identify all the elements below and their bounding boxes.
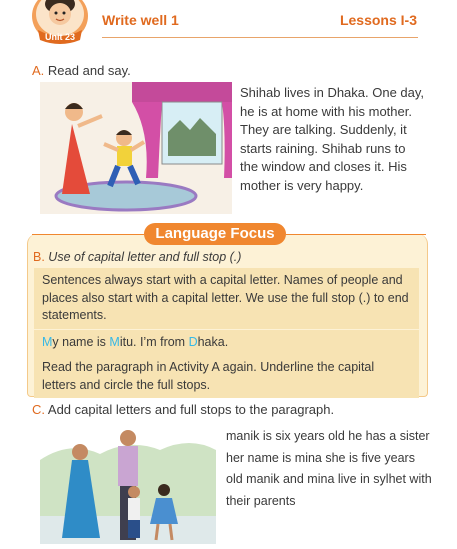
unpunctuated-paragraph: manik is six years old he has a sister h… <box>226 429 432 508</box>
example-capital-1: M <box>42 335 53 349</box>
rule-text: Sentences always start with a capital le… <box>42 273 409 322</box>
example-rest-3: haka. <box>197 335 229 349</box>
example-rest-1: y name is <box>52 335 110 349</box>
unit-badge: Unit 23 <box>30 0 90 44</box>
section-a-title: Read and say. <box>47 63 131 78</box>
example-box: My name is Mitu. I’m from Dhaka. <box>34 330 419 356</box>
section-a-heading: A. Read and say. <box>32 63 131 78</box>
example-rest-2: itu. I’m from <box>119 335 189 349</box>
section-c-title: Add capital letters and full stops to th… <box>47 402 335 417</box>
example-capital-3: D <box>188 335 198 349</box>
example-capital-2: M <box>109 335 120 349</box>
family-illustration <box>40 420 216 544</box>
panel-top-rule-right <box>286 234 426 235</box>
rule-box: Sentences always start with a capital le… <box>34 268 419 329</box>
section-b-letter: B. <box>33 250 45 264</box>
header-divider <box>102 37 418 38</box>
language-focus-tab: Language Focus <box>144 223 286 245</box>
section-b-heading: B. Use of capital letter and full stop (… <box>33 250 241 264</box>
mother-son-illustration <box>40 82 232 214</box>
instruction-text: Read the paragraph in Activity A again. … <box>42 360 375 392</box>
panel-top-rule-left <box>32 234 144 235</box>
example-sentence: My name is Mitu. I’m from Dhaka. <box>34 330 419 356</box>
section-a-letter: A. <box>32 63 45 78</box>
story-paragraph: Shihab lives in Dhaka. One day, he is at… <box>240 85 425 193</box>
section-b-title: Use of capital letter and full stop (.) <box>48 250 242 264</box>
unit-label: Unit 23 <box>45 32 75 42</box>
instruction-box: Read the paragraph in Activity A again. … <box>34 355 419 398</box>
section-c-heading: C. Add capital letters and full stops to… <box>32 402 334 417</box>
section-c-letter: C. <box>32 402 45 417</box>
lessons-label: Lessons I-3 <box>339 12 417 28</box>
page-title: Write well 1 <box>102 12 179 28</box>
